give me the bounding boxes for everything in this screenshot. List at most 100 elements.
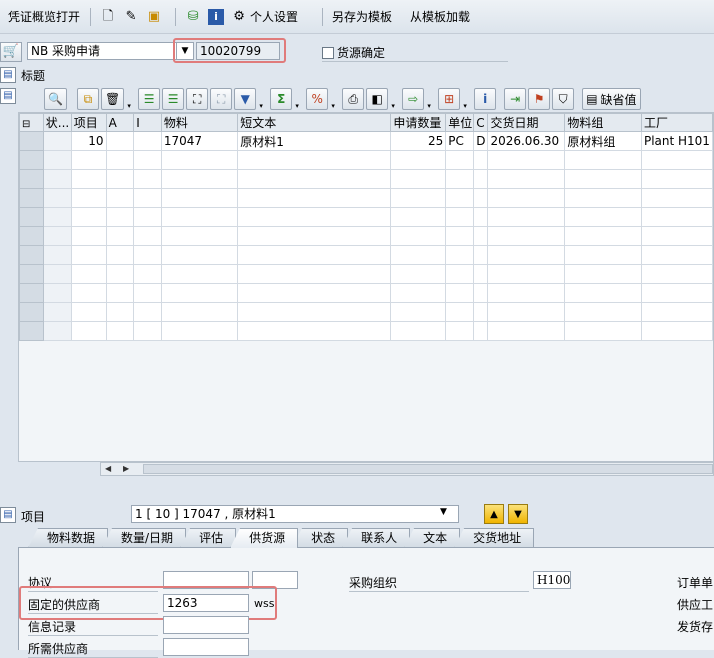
empty-cell[interactable]: [487, 207, 566, 227]
empty-cell[interactable]: [105, 302, 135, 322]
table-row[interactable]: 10 17047 原材料1 25 PC D 2026.06.30 原材料组 Pl…: [19, 131, 713, 151]
purchasing-org-field[interactable]: H100: [533, 571, 571, 589]
find-button[interactable]: ⛶: [186, 88, 209, 110]
row-selector[interactable]: [19, 283, 44, 303]
empty-cell[interactable]: [564, 264, 642, 284]
filter-button[interactable]: ▼: [234, 88, 257, 110]
desired-vendor-field[interactable]: [163, 638, 249, 656]
empty-cell[interactable]: [105, 245, 135, 265]
empty-cell[interactable]: [160, 226, 239, 246]
short-text-cell[interactable]: 原材料1: [237, 131, 392, 151]
empty-cell[interactable]: [445, 283, 475, 303]
document-type-select[interactable]: NB 采购申请: [27, 42, 177, 60]
print-button[interactable]: ⎙: [342, 88, 365, 110]
info-record-field[interactable]: [163, 616, 249, 634]
column-header[interactable]: 物料组: [564, 113, 642, 132]
empty-cell[interactable]: [70, 207, 107, 227]
export-dropdown[interactable]: ▾: [426, 88, 432, 110]
row-selector[interactable]: [19, 245, 44, 265]
export-button[interactable]: ⇨: [402, 88, 425, 110]
row-selector[interactable]: [19, 131, 44, 151]
new-document-button[interactable]: 🗋: [100, 9, 119, 25]
column-header[interactable]: 交货日期: [487, 113, 566, 132]
empty-cell[interactable]: [487, 264, 566, 284]
column-header[interactable]: A: [105, 113, 135, 132]
empty-cell[interactable]: [133, 245, 162, 265]
empty-cell[interactable]: [487, 169, 566, 189]
account-assignment-cell[interactable]: [105, 131, 135, 151]
empty-cell[interactable]: [564, 302, 642, 322]
empty-cell[interactable]: [237, 321, 392, 341]
column-header[interactable]: I: [133, 113, 162, 132]
empty-table-row[interactable]: [19, 302, 713, 322]
layout-button[interactable]: ⊞: [438, 88, 461, 110]
sort-ascending-button[interactable]: ☰: [138, 88, 161, 110]
empty-cell[interactable]: [473, 188, 489, 208]
empty-cell[interactable]: [445, 150, 475, 170]
assign-source-button[interactable]: ⚑: [528, 88, 551, 110]
empty-cell[interactable]: [133, 188, 162, 208]
column-header[interactable]: 项目: [70, 113, 107, 132]
empty-cell[interactable]: [133, 264, 162, 284]
empty-cell[interactable]: [564, 188, 642, 208]
column-header[interactable]: C: [473, 113, 489, 132]
empty-cell[interactable]: [473, 245, 489, 265]
empty-cell[interactable]: [160, 169, 239, 189]
empty-cell[interactable]: [105, 207, 135, 227]
load-from-template-button[interactable]: 从模板加载: [410, 8, 470, 25]
empty-table-row[interactable]: [19, 264, 713, 284]
column-header[interactable]: 工厂: [640, 113, 713, 132]
empty-cell[interactable]: [70, 283, 107, 303]
empty-cell[interactable]: [487, 302, 566, 322]
empty-cell[interactable]: [640, 226, 713, 246]
empty-cell[interactable]: [133, 150, 162, 170]
empty-cell[interactable]: [445, 245, 475, 265]
row-selector[interactable]: [19, 302, 44, 322]
scroll-left-icon[interactable]: ◀: [105, 464, 111, 473]
empty-cell[interactable]: [237, 264, 392, 284]
save-as-template-button[interactable]: 另存为模板: [332, 8, 392, 25]
empty-cell[interactable]: [473, 226, 489, 246]
empty-cell[interactable]: [487, 283, 566, 303]
scroll-right-icon[interactable]: ▶: [123, 464, 129, 473]
fixed-vendor-field[interactable]: 1263: [163, 594, 249, 612]
empty-cell[interactable]: [473, 283, 489, 303]
empty-cell[interactable]: [390, 169, 447, 189]
empty-cell[interactable]: [640, 207, 713, 227]
empty-table-row[interactable]: [19, 283, 713, 303]
empty-cell[interactable]: [237, 207, 392, 227]
source-determination-checkbox[interactable]: 货源确定: [322, 44, 508, 62]
personal-settings-button[interactable]: ⚙ 个人设置: [231, 8, 298, 25]
empty-cell[interactable]: [70, 169, 107, 189]
empty-cell[interactable]: [42, 283, 72, 303]
empty-cell[interactable]: [42, 226, 72, 246]
empty-cell[interactable]: [70, 226, 107, 246]
empty-cell[interactable]: [133, 302, 162, 322]
empty-cell[interactable]: [487, 150, 566, 170]
plant-cell[interactable]: Plant H101: [640, 131, 713, 151]
empty-cell[interactable]: [70, 150, 107, 170]
empty-cell[interactable]: [237, 169, 392, 189]
shopping-cart-button[interactable]: 🛒: [0, 42, 22, 62]
empty-cell[interactable]: [133, 283, 162, 303]
empty-cell[interactable]: [487, 321, 566, 341]
sort-descending-button[interactable]: ☰: [162, 88, 185, 110]
empty-cell[interactable]: [105, 150, 135, 170]
empty-cell[interactable]: [70, 321, 107, 341]
item-cell[interactable]: 10: [70, 131, 107, 151]
filter-dropdown[interactable]: ▾: [258, 88, 264, 110]
empty-cell[interactable]: [160, 188, 239, 208]
layout-dropdown[interactable]: ▾: [462, 88, 468, 110]
column-header[interactable]: 状...: [42, 113, 72, 132]
empty-cell[interactable]: [564, 321, 642, 341]
empty-cell[interactable]: [105, 169, 135, 189]
scroll-thumb[interactable]: [143, 464, 713, 474]
empty-cell[interactable]: [237, 188, 392, 208]
previous-item-button[interactable]: ▲: [484, 504, 504, 524]
empty-cell[interactable]: [640, 283, 713, 303]
empty-cell[interactable]: [640, 150, 713, 170]
empty-cell[interactable]: [42, 207, 72, 227]
empty-cell[interactable]: [445, 264, 475, 284]
empty-cell[interactable]: [445, 321, 475, 341]
empty-cell[interactable]: [390, 264, 447, 284]
